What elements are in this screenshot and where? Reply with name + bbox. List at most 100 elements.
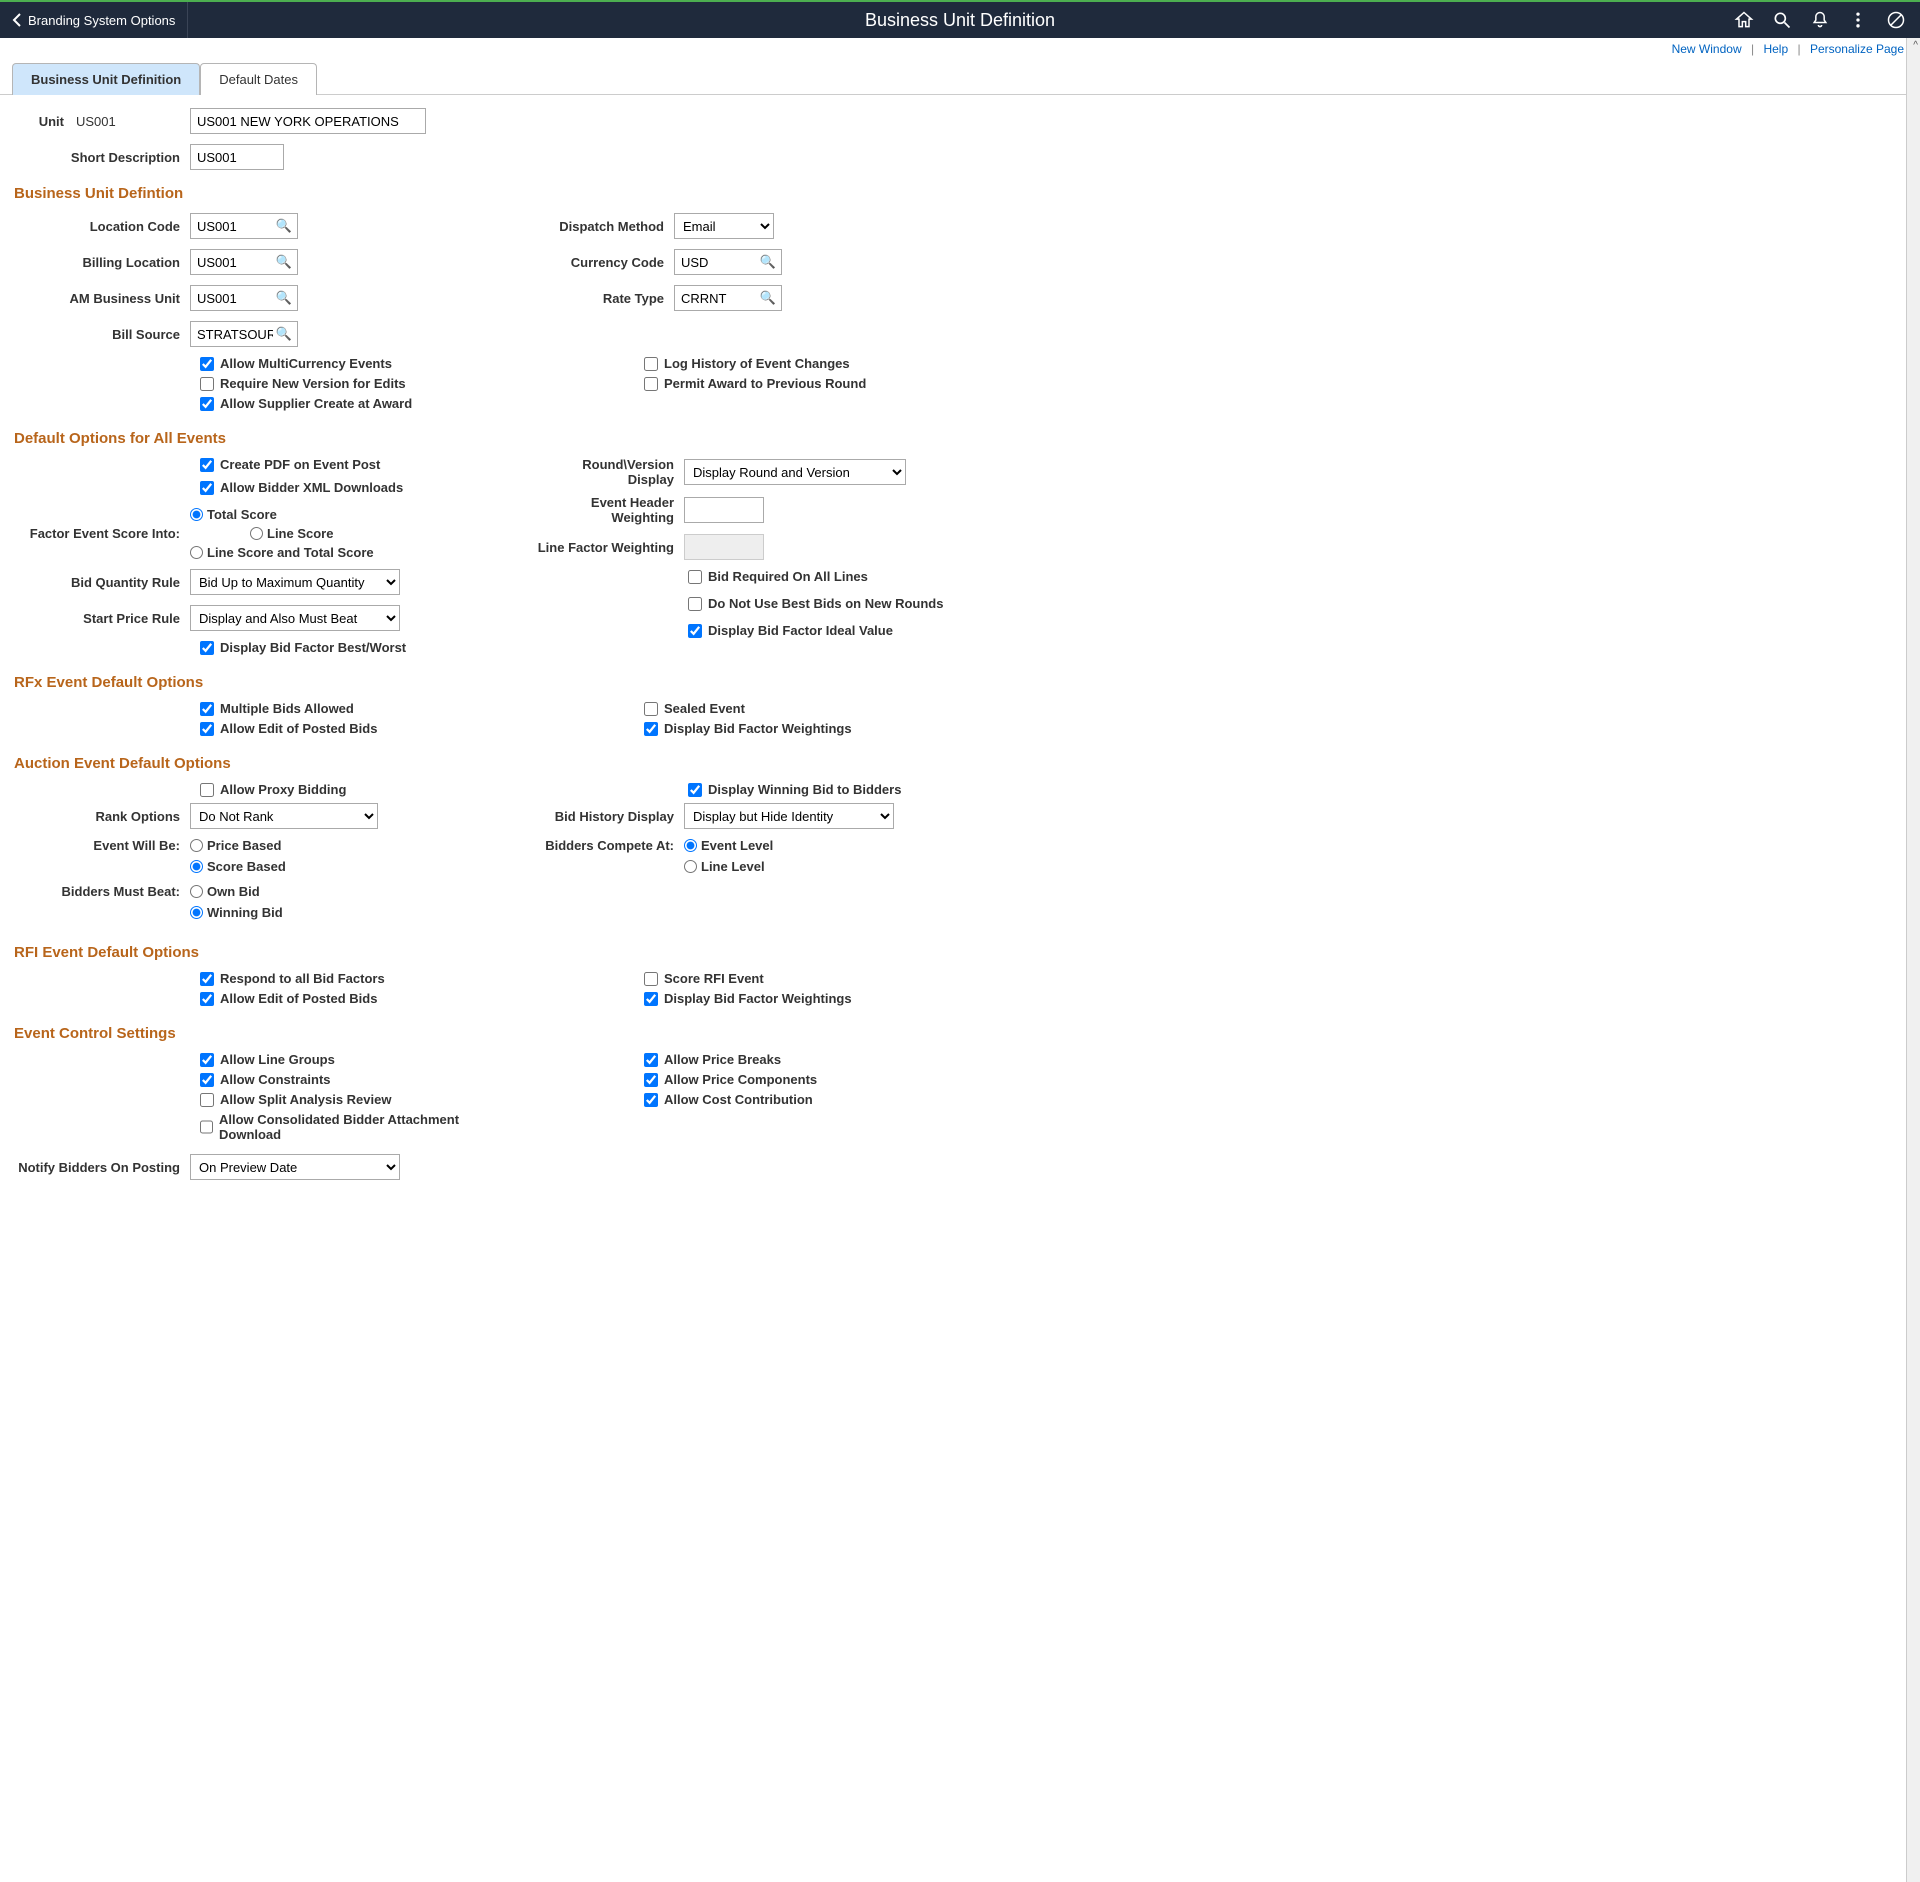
dispatch-method-select[interactable]: Email (674, 213, 774, 239)
rfi-display-weightings-checkbox[interactable] (644, 992, 658, 1006)
score-based-label: Score Based (207, 859, 286, 874)
rfi-allow-edit-checkbox[interactable] (200, 992, 214, 1006)
display-best-worst-label: Display Bid Factor Best/Worst (220, 640, 406, 655)
display-winning-checkbox[interactable] (688, 783, 702, 797)
bid-history-select[interactable]: Display but Hide Identity (684, 803, 894, 829)
create-pdf-checkbox[interactable] (200, 458, 214, 472)
unit-label: Unit (14, 114, 74, 129)
multiple-bids-checkbox[interactable] (200, 702, 214, 716)
bid-required-all-checkbox[interactable] (688, 570, 702, 584)
score-based-radio[interactable] (190, 860, 203, 873)
rank-options-label: Rank Options (14, 809, 190, 824)
unit-description-input[interactable] (190, 108, 426, 134)
score-rfi-checkbox[interactable] (644, 972, 658, 986)
line-and-total-radio[interactable] (190, 546, 203, 559)
start-price-rule-select[interactable]: Display and Also Must Beat (190, 605, 400, 631)
page-title: Business Unit Definition (865, 10, 1055, 31)
bid-qty-rule-select[interactable]: Bid Up to Maximum Quantity (190, 569, 400, 595)
new-window-link[interactable]: New Window (1672, 42, 1742, 56)
allow-split-analysis-checkbox[interactable] (200, 1093, 214, 1107)
short-desc-label: Short Description (14, 150, 190, 165)
display-winning-label: Display Winning Bid to Bidders (708, 782, 901, 797)
total-score-label: Total Score (207, 507, 277, 522)
allow-price-breaks-checkbox[interactable] (644, 1053, 658, 1067)
section-default-title: Default Options for All Events (14, 430, 1906, 447)
back-button[interactable]: Branding System Options (0, 2, 188, 38)
event-level-label: Event Level (701, 838, 773, 853)
personalize-link[interactable]: Personalize Page (1810, 42, 1904, 56)
price-based-radio[interactable] (190, 839, 203, 852)
billing-location-label: Billing Location (14, 255, 190, 270)
tabs: Business Unit Definition Default Dates (0, 62, 1920, 95)
lookup-icon[interactable]: 🔍 (276, 290, 292, 306)
currency-code-label: Currency Code (534, 255, 674, 270)
rfx-display-weightings-checkbox[interactable] (644, 722, 658, 736)
line-score-radio[interactable] (250, 527, 263, 540)
log-history-checkbox[interactable] (644, 357, 658, 371)
lookup-icon[interactable]: 🔍 (760, 254, 776, 270)
am-bu-label: AM Business Unit (14, 291, 190, 306)
scrollbar[interactable]: ^ (1906, 38, 1920, 1882)
tab-default-dates[interactable]: Default Dates (200, 63, 317, 95)
event-level-radio[interactable] (684, 839, 697, 852)
rank-options-select[interactable]: Do Not Rank (190, 803, 378, 829)
permit-award-prev-checkbox[interactable] (644, 377, 658, 391)
sealed-event-checkbox[interactable] (644, 702, 658, 716)
round-display-select[interactable]: Display Round and Version (684, 459, 906, 485)
allow-line-groups-checkbox[interactable] (200, 1053, 214, 1067)
short-desc-input[interactable] (190, 144, 284, 170)
scrollbar-up-icon[interactable]: ^ (1913, 40, 1918, 51)
lookup-icon[interactable]: 🔍 (276, 218, 292, 234)
section-bud-title: Business Unit Defintion (14, 185, 1906, 202)
tab-business-unit-definition[interactable]: Business Unit Definition (12, 63, 200, 95)
help-link[interactable]: Help (1763, 42, 1788, 56)
section-rfi-title: RFI Event Default Options (14, 944, 1906, 961)
allow-split-analysis-label: Allow Split Analysis Review (220, 1092, 391, 1107)
allow-cost-contribution-checkbox[interactable] (644, 1093, 658, 1107)
navbar-icon[interactable] (1886, 10, 1906, 30)
allow-price-components-label: Allow Price Components (664, 1072, 817, 1087)
notify-bidders-label: Notify Bidders On Posting (14, 1160, 190, 1175)
display-ideal-checkbox[interactable] (688, 624, 702, 638)
multiple-bids-label: Multiple Bids Allowed (220, 701, 354, 716)
allow-xml-label: Allow Bidder XML Downloads (220, 480, 403, 495)
back-label: Branding System Options (28, 13, 175, 28)
allow-xml-checkbox[interactable] (200, 481, 214, 495)
respond-all-checkbox[interactable] (200, 972, 214, 986)
total-score-radio[interactable] (190, 508, 203, 521)
notify-bidders-select[interactable]: On Preview Date (190, 1154, 400, 1180)
allow-multicurrency-checkbox[interactable] (200, 357, 214, 371)
allow-proxy-checkbox[interactable] (200, 783, 214, 797)
allow-consolidated-checkbox[interactable] (200, 1120, 213, 1134)
lookup-icon[interactable]: 🔍 (760, 290, 776, 306)
line-and-total-label: Line Score and Total Score (207, 545, 374, 560)
rfx-allow-edit-checkbox[interactable] (200, 722, 214, 736)
allow-price-components-checkbox[interactable] (644, 1073, 658, 1087)
permit-award-prev-label: Permit Award to Previous Round (664, 376, 866, 391)
section-auction-title: Auction Event Default Options (14, 755, 1906, 772)
rfi-display-weightings-label: Display Bid Factor Weightings (664, 991, 852, 1006)
require-new-version-checkbox[interactable] (200, 377, 214, 391)
winning-bid-label: Winning Bid (207, 905, 283, 920)
lookup-icon[interactable]: 🔍 (276, 326, 292, 342)
actions-menu-icon[interactable] (1848, 10, 1868, 30)
line-level-label: Line Level (701, 859, 765, 874)
display-best-worst-checkbox[interactable] (200, 641, 214, 655)
search-icon[interactable] (1772, 10, 1792, 30)
winning-bid-radio[interactable] (190, 906, 203, 919)
header-weight-label: Event Header Weighting (534, 495, 684, 525)
rfi-allow-edit-label: Allow Edit of Posted Bids (220, 991, 377, 1006)
header-weight-input[interactable] (684, 497, 764, 523)
allow-constraints-checkbox[interactable] (200, 1073, 214, 1087)
dispatch-method-label: Dispatch Method (534, 219, 674, 234)
header-bar: Branding System Options Business Unit De… (0, 0, 1920, 38)
price-based-label: Price Based (207, 838, 281, 853)
own-bid-radio[interactable] (190, 885, 203, 898)
allow-supplier-create-checkbox[interactable] (200, 397, 214, 411)
bidders-compete-label: Bidders Compete At: (534, 838, 684, 853)
lookup-icon[interactable]: 🔍 (276, 254, 292, 270)
notifications-icon[interactable] (1810, 10, 1830, 30)
home-icon[interactable] (1734, 10, 1754, 30)
no-best-bids-checkbox[interactable] (688, 597, 702, 611)
line-level-radio[interactable] (684, 860, 697, 873)
